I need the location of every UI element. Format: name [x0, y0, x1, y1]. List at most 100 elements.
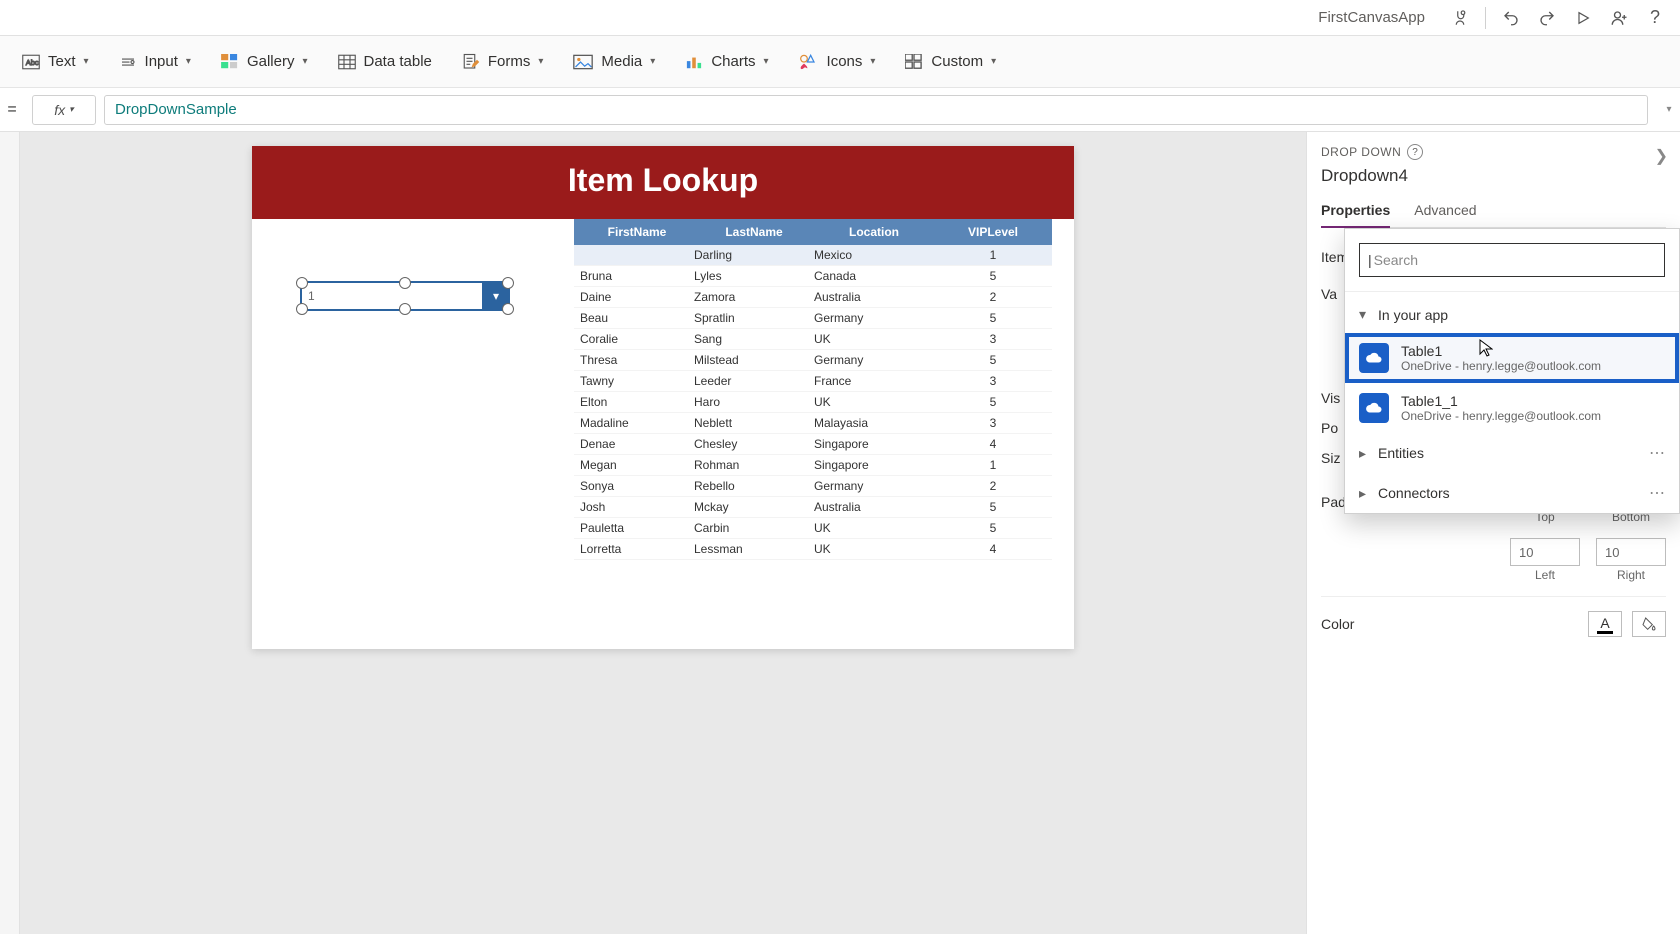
cell: Madaline	[574, 416, 694, 430]
table-row[interactable]: SonyaRebelloGermany2	[574, 476, 1052, 497]
left-rail[interactable]	[0, 132, 20, 934]
group-entities[interactable]: ▸ Entities ⋯	[1345, 433, 1679, 473]
datasource-table1-1[interactable]: Table1_1 OneDrive - henry.legge@outlook.…	[1345, 383, 1679, 433]
group-connectors[interactable]: ▸ Connectors ⋯	[1345, 473, 1679, 513]
help-button[interactable]: ?	[1640, 3, 1670, 33]
more-icon[interactable]: ⋯	[1649, 443, 1665, 463]
cell: UK	[814, 395, 934, 409]
resize-handle[interactable]	[399, 277, 411, 289]
resize-handle[interactable]	[296, 277, 308, 289]
cell: Leeder	[694, 374, 814, 388]
cell: Coralie	[574, 332, 694, 346]
cell: 1	[934, 458, 1052, 472]
svg-text:Abc: Abc	[26, 58, 39, 67]
padding-left-input[interactable]: 10	[1510, 538, 1580, 566]
col-firstname[interactable]: FirstName	[574, 219, 694, 245]
table-header: FirstName LastName Location VIPLevel	[574, 219, 1052, 245]
table-row[interactable]: EltonHaroUK5	[574, 392, 1052, 413]
table-row[interactable]: ThresaMilsteadGermany5	[574, 350, 1052, 371]
app-checker-icon[interactable]	[1445, 3, 1475, 33]
more-icon[interactable]: ⋯	[1649, 483, 1665, 503]
cell: Rohman	[694, 458, 814, 472]
font-color-button[interactable]: A	[1588, 611, 1622, 637]
ribbon-forms[interactable]: Forms▾	[462, 53, 544, 71]
share-button[interactable]	[1604, 3, 1634, 33]
play-button[interactable]	[1568, 3, 1598, 33]
cell: 5	[934, 395, 1052, 409]
table-row[interactable]: PaulettaCarbinUK5	[574, 518, 1052, 539]
redo-button[interactable]	[1532, 3, 1562, 33]
datasource-search-input[interactable]: |Search	[1359, 243, 1665, 277]
cell: Denae	[574, 437, 694, 451]
help-icon[interactable]: ?	[1407, 144, 1423, 160]
insert-ribbon: Abc Text▾ Input▾ Gallery▾ Data table For…	[0, 36, 1680, 88]
ribbon-text[interactable]: Abc Text▾	[22, 53, 89, 70]
cell: 3	[934, 332, 1052, 346]
col-location[interactable]: Location	[814, 219, 934, 245]
ribbon-gallery[interactable]: Gallery▾	[221, 53, 308, 70]
ribbon-icons[interactable]: Icons▾	[799, 53, 876, 71]
table-row[interactable]: DarlingMexico1	[574, 245, 1052, 266]
chevron-down-icon: ▾	[302, 56, 307, 67]
ribbon-charts[interactable]: Charts▾	[685, 53, 768, 70]
table-row[interactable]: CoralieSangUK3	[574, 329, 1052, 350]
canvas-area[interactable]: Item Lookup 1 ▾ Fir	[20, 132, 1306, 934]
table-row[interactable]: TawnyLeederFrance3	[574, 371, 1052, 392]
cell: Mexico	[814, 248, 934, 262]
prop-position-label: Po	[1321, 420, 1338, 436]
resize-handle[interactable]	[502, 303, 514, 315]
formula-expand-icon[interactable]: ▾	[1658, 104, 1680, 115]
table-row[interactable]: BeauSpratlinGermany5	[574, 308, 1052, 329]
cell: UK	[814, 521, 934, 535]
padding-right-input[interactable]: 10	[1596, 538, 1666, 566]
cell: Malayasia	[814, 416, 934, 430]
table-row[interactable]: BrunaLylesCanada5	[574, 266, 1052, 287]
undo-button[interactable]	[1496, 3, 1526, 33]
chevron-down-icon: ▾	[650, 56, 655, 67]
property-equals[interactable]: =	[0, 101, 24, 119]
control-name[interactable]: Dropdown4	[1321, 166, 1666, 186]
cell: Lyles	[694, 269, 814, 283]
datasource-table1[interactable]: Table1 OneDrive - henry.legge@outlook.co…	[1345, 333, 1679, 383]
table-row[interactable]: DaineZamoraAustralia2	[574, 287, 1052, 308]
cell: Canada	[814, 269, 934, 283]
data-table: FirstName LastName Location VIPLevel Dar…	[574, 219, 1052, 649]
table-row[interactable]: JoshMckayAustralia5	[574, 497, 1052, 518]
table-row[interactable]: MadalineNeblettMalayasia3	[574, 413, 1052, 434]
cell: Beau	[574, 311, 694, 325]
cell: France	[814, 374, 934, 388]
formula-input[interactable]: DropDownSample	[104, 95, 1648, 125]
onedrive-icon	[1359, 393, 1389, 423]
cell: UK	[814, 332, 934, 346]
dropdown-control-selected[interactable]: 1 ▾	[300, 281, 510, 311]
col-lastname[interactable]: LastName	[694, 219, 814, 245]
resize-handle[interactable]	[502, 277, 514, 289]
fx-button[interactable]: fx▾	[32, 95, 96, 125]
cell: 1	[934, 248, 1052, 262]
prop-color: Color A	[1321, 611, 1666, 637]
ribbon-media[interactable]: Media▾	[573, 53, 655, 70]
col-viplevel[interactable]: VIPLevel	[934, 219, 1052, 245]
cell: Chesley	[694, 437, 814, 451]
table-row[interactable]: LorrettaLessmanUK4	[574, 539, 1052, 560]
group-in-your-app[interactable]: ▾ In your app	[1345, 296, 1679, 333]
chevron-right-icon: ▸	[1359, 445, 1366, 462]
tab-properties[interactable]: Properties	[1321, 196, 1390, 228]
chevron-right-icon: ▸	[1359, 485, 1366, 502]
resize-handle[interactable]	[399, 303, 411, 315]
table-row[interactable]: DenaeChesleySingapore4	[574, 434, 1052, 455]
tab-advanced[interactable]: Advanced	[1414, 196, 1476, 227]
cell: Australia	[814, 500, 934, 514]
chevron-down-icon: ▾	[764, 56, 769, 67]
cell: Mckay	[694, 500, 814, 514]
cell: 2	[934, 479, 1052, 493]
table-row[interactable]: MeganRohmanSingapore1	[574, 455, 1052, 476]
resize-handle[interactable]	[296, 303, 308, 315]
ribbon-data-table[interactable]: Data table	[338, 53, 432, 70]
prop-value-label: Va	[1321, 286, 1337, 302]
panel-expand-icon[interactable]: ❯	[1655, 146, 1668, 166]
fill-color-button[interactable]	[1632, 611, 1666, 637]
cell: Haro	[694, 395, 814, 409]
ribbon-custom[interactable]: Custom▾	[905, 53, 996, 70]
ribbon-input[interactable]: Input▾	[119, 53, 191, 70]
